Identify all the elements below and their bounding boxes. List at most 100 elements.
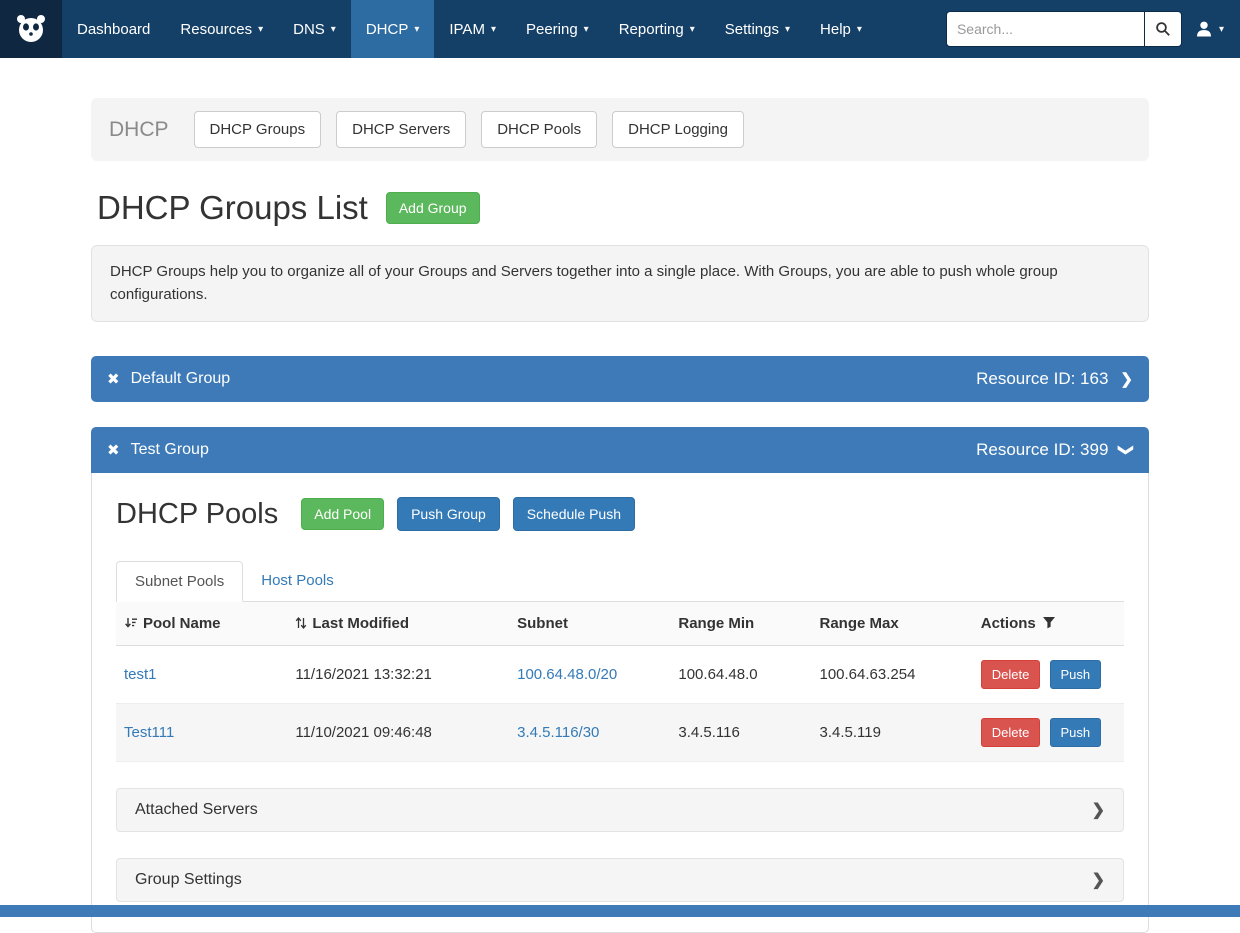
pools-table: Pool Name Last Modified Subnet Range Min: [116, 602, 1124, 762]
nav-item-settings[interactable]: Settings ▾: [710, 0, 805, 58]
caret-down-icon: ▾: [258, 24, 263, 35]
chevron-right-icon: ❯: [1092, 800, 1105, 820]
nav-item-peering[interactable]: Peering ▾: [511, 0, 604, 58]
push-button[interactable]: Push: [1050, 660, 1102, 689]
user-icon: [1194, 19, 1214, 39]
tab-subnet-pools[interactable]: Subnet Pools: [116, 561, 243, 602]
attached-servers-section[interactable]: Attached Servers ❯: [116, 788, 1124, 832]
search-icon: [1155, 21, 1171, 37]
test-group-panel: DHCP Pools Add Pool Push Group Schedule …: [91, 473, 1149, 933]
caret-down-icon: ▾: [690, 24, 695, 35]
pools-title: DHCP Pools: [116, 498, 278, 531]
nav-label: DHCP: [366, 21, 409, 38]
nav-label: Peering: [526, 21, 578, 38]
delete-group-icon[interactable]: ✖: [107, 441, 120, 459]
table-row: Test111 11/10/2021 09:46:48 3.4.5.116/30…: [116, 704, 1124, 762]
nav-item-dns[interactable]: DNS ▾: [278, 0, 351, 58]
nav-item-help[interactable]: Help ▾: [805, 0, 877, 58]
nav-label: Reporting: [619, 21, 684, 38]
section-label: Group Settings: [135, 871, 242, 889]
caret-down-icon: ▾: [1219, 24, 1224, 35]
group-bar-right: Resource ID: 399 ❯: [976, 440, 1133, 460]
header-label: Pool Name: [143, 615, 221, 632]
push-group-button[interactable]: Push Group: [397, 497, 500, 531]
caret-down-icon: ▾: [491, 24, 496, 35]
tab-host-pools[interactable]: Host Pools: [243, 561, 352, 601]
nav-label: DNS: [293, 21, 325, 38]
dhcp-servers-button[interactable]: DHCP Servers: [336, 111, 466, 148]
pools-header: DHCP Pools Add Pool Push Group Schedule …: [116, 497, 1124, 531]
header-range-max: Range Max: [811, 602, 972, 646]
dhcp-logging-button[interactable]: DHCP Logging: [612, 111, 744, 148]
table-row: test1 11/16/2021 13:32:21 100.64.48.0/20…: [116, 646, 1124, 704]
group-bar-default-group[interactable]: ✖ Default Group Resource ID: 163 ❯: [91, 356, 1149, 402]
nav-item-dhcp[interactable]: DHCP ▾: [351, 0, 435, 58]
nav-label: Settings: [725, 21, 779, 38]
nav-item-ipam[interactable]: IPAM ▾: [434, 0, 511, 58]
dhcp-groups-button[interactable]: DHCP Groups: [194, 111, 322, 148]
nav-item-resources[interactable]: Resources ▾: [165, 0, 278, 58]
range-max-cell: 3.4.5.119: [811, 704, 972, 762]
nav-item-dashboard[interactable]: Dashboard: [62, 0, 165, 58]
caret-down-icon: ▾: [414, 24, 419, 35]
page-title: DHCP Groups List: [97, 189, 368, 227]
search-input[interactable]: [946, 11, 1144, 47]
dhcp-toolbar: DHCP DHCP Groups DHCP Servers DHCP Pools…: [91, 98, 1149, 161]
header-subnet: Subnet: [509, 602, 670, 646]
chevron-down-icon[interactable]: ❯: [1118, 444, 1136, 457]
dhcp-pools-button[interactable]: DHCP Pools: [481, 111, 597, 148]
group-bar-test-group[interactable]: ✖ Test Group Resource ID: 399 ❯: [91, 427, 1149, 473]
toolbar-title: DHCP: [109, 118, 169, 142]
header-label: Actions: [981, 615, 1036, 632]
pool-name-link[interactable]: test1: [124, 666, 157, 683]
subnet-link[interactable]: 100.64.48.0/20: [517, 666, 617, 683]
group-name: Default Group: [131, 370, 231, 388]
sort-amount-icon: [124, 616, 138, 630]
subnet-link[interactable]: 3.4.5.116/30: [517, 724, 599, 741]
group-settings-section[interactable]: Group Settings ❯: [116, 858, 1124, 902]
sort-both-icon: [295, 616, 307, 630]
last-modified-cell: 11/10/2021 09:46:48: [287, 704, 509, 762]
navbar-right: ▾: [946, 0, 1240, 58]
filter-funnel-icon[interactable]: [1042, 616, 1056, 629]
push-button[interactable]: Push: [1050, 718, 1102, 747]
add-pool-button[interactable]: Add Pool: [301, 498, 384, 530]
chevron-right-icon: ❯: [1092, 870, 1105, 890]
header-label: Subnet: [517, 615, 568, 632]
top-navbar: Dashboard Resources ▾ DNS ▾ DHCP ▾ IPAM …: [0, 0, 1240, 58]
delete-button[interactable]: Delete: [981, 718, 1041, 747]
chevron-right-icon[interactable]: ❯: [1120, 370, 1133, 388]
title-row: DHCP Groups List Add Group: [91, 189, 1149, 227]
user-menu[interactable]: ▾: [1194, 19, 1224, 39]
delete-group-icon[interactable]: ✖: [107, 370, 120, 388]
nav-item-reporting[interactable]: Reporting ▾: [604, 0, 710, 58]
group-bar-right: Resource ID: 163 ❯: [976, 369, 1133, 389]
panda-logo-icon: [13, 13, 49, 45]
app-logo[interactable]: [0, 0, 62, 58]
search-button[interactable]: [1144, 11, 1182, 47]
pool-name-link[interactable]: Test111: [124, 724, 174, 741]
range-min-cell: 100.64.48.0: [670, 646, 811, 704]
resource-id: Resource ID: 399: [976, 440, 1108, 460]
caret-down-icon: ▾: [584, 24, 589, 35]
section-label: Attached Servers: [135, 801, 258, 819]
caret-down-icon: ▾: [785, 24, 790, 35]
add-group-button[interactable]: Add Group: [386, 192, 480, 224]
header-label: Last Modified: [312, 615, 409, 632]
caret-down-icon: ▾: [331, 24, 336, 35]
delete-button[interactable]: Delete: [981, 660, 1041, 689]
header-label: Range Min: [678, 615, 754, 632]
nav-label: Resources: [180, 21, 252, 38]
main-nav: Dashboard Resources ▾ DNS ▾ DHCP ▾ IPAM …: [62, 0, 877, 58]
search-group: [946, 11, 1182, 47]
range-max-cell: 100.64.63.254: [811, 646, 972, 704]
pools-tabs: Subnet Pools Host Pools: [116, 561, 1124, 602]
group-name: Test Group: [131, 441, 209, 459]
header-pool-name[interactable]: Pool Name: [116, 602, 287, 646]
nav-label: Help: [820, 21, 851, 38]
header-actions: Actions: [973, 602, 1124, 646]
nav-label: IPAM: [449, 21, 485, 38]
schedule-push-button[interactable]: Schedule Push: [513, 497, 635, 531]
table-header-row: Pool Name Last Modified Subnet Range Min: [116, 602, 1124, 646]
header-last-modified[interactable]: Last Modified: [287, 602, 509, 646]
